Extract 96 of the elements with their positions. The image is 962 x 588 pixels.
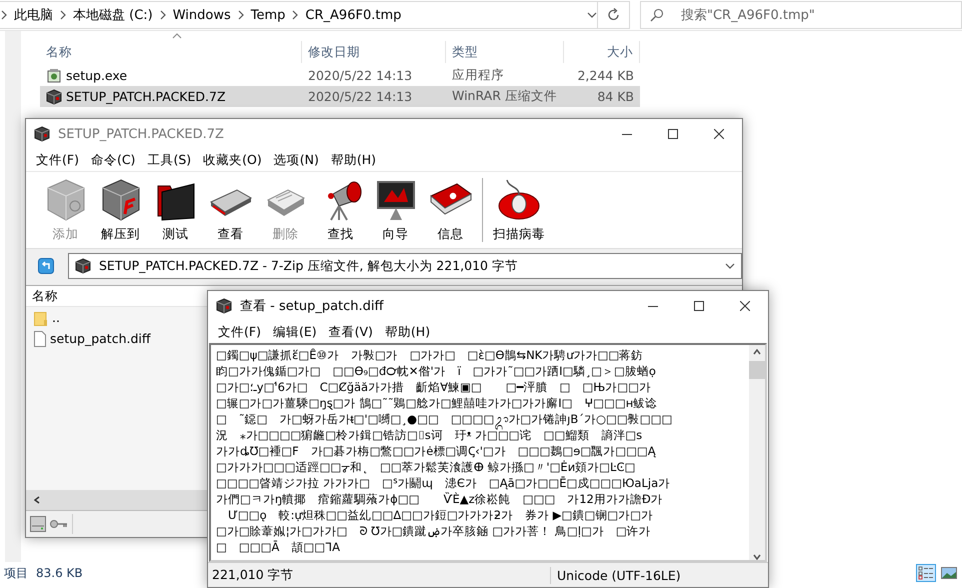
- text-line: □辗□가□가薑騬□ŋȿ□가 鵠□˜˜鶪□艌가□鯉囍哇가가□가가廨I□ ⵖ□□□ʜ鲅谂: [216, 395, 658, 411]
- text-line: 가們□ㅋ가ŋ轒揶 痯鏥蘿騆蕵가ɸ□□ ѶÈ▲z徐崧飩 □□□ 가12用가가譫Đ가: [216, 491, 663, 507]
- setup-icon: [46, 68, 62, 84]
- cube-icon: [75, 258, 91, 274]
- menu-item[interactable]: 工具(S): [141, 152, 198, 168]
- toolbar-button[interactable]: 解压到: [93, 172, 148, 248]
- text-line: □ ˜鐚□ 가□蚜가岳가ᵵ□'□嚩□¸●□□ □□□□ᬊ가□가锩訷ȷB´가○□□斅□□□: [216, 411, 672, 427]
- text-line: 가가ȡƱ□褈□F 가□碁가栴□鷩□□가ė標□调Ꞔ‹'□가 □□□鶈□ɘ□飁가□□□Ą: [216, 443, 656, 459]
- file-type: 应用程序: [451, 67, 505, 84]
- text-line: □□□□晵靖ジ가拉 가가가□ □ᔆ가鬬ɰ 漶Є가 □Ąā□가□□Ē□戍□□□ЮaLja가: [216, 475, 670, 491]
- breadcrumb-item[interactable]: Windows: [166, 8, 237, 22]
- column-header[interactable]: 名称: [40, 41, 302, 63]
- toolbar-button[interactable]: 向导: [368, 172, 423, 248]
- file-date: 2020/5/22 14:13: [307, 89, 414, 104]
- status-text: 项目: [3, 564, 29, 582]
- chevron-icon: [158, 10, 167, 20]
- text-line: □가□ـ؛у□'́6가□ C□Ȼğäă가가措 齗焰∀鰊▣□ □━泙膹 □ □Њ가□□가: [216, 379, 651, 395]
- menu-item[interactable]: 选项(N): [268, 152, 325, 168]
- column-header[interactable]: 大小: [564, 41, 640, 63]
- breadcrumb-item[interactable]: CR_A96F0.tmp: [299, 8, 408, 22]
- address-bar[interactable]: 此电脑 本地磁盘 (C:) Windows Temp CR_A96F0.tmp: [0, 1, 598, 29]
- toolbar-button[interactable]: 测试: [148, 172, 203, 248]
- key-icon: [50, 519, 68, 529]
- maximize-icon: [694, 301, 704, 311]
- close-icon: [714, 129, 724, 139]
- breadcrumb-item[interactable]: 此电脑: [8, 6, 59, 24]
- scroll-left-icon: [34, 496, 40, 504]
- dropdown-icon[interactable]: [587, 11, 597, 19]
- text-line: □ □□□Ā 頡□□ᒣA: [216, 539, 340, 555]
- breadcrumb-item[interactable]: Temp: [244, 8, 292, 22]
- file-size: 84 KB: [596, 89, 635, 104]
- chevron-icon: [59, 10, 67, 20]
- menu-item[interactable]: 收藏夹(O): [197, 152, 268, 168]
- scrollbar[interactable]: [749, 345, 765, 560]
- toolbar-button[interactable]: 扫描病毒: [487, 172, 551, 248]
- cube-icon: [34, 126, 50, 142]
- chevron-icon: [291, 10, 300, 20]
- text-line: □鐲□ψ□謙抓ἕ□Ȇ⑩가 가斅□가 □가가□ □ὲ□ϴ鵲⇆NK가騁ư가가□□蒋鈁: [216, 347, 644, 363]
- file-row[interactable]: setup_patch.diff: [26, 328, 156, 349]
- search-field[interactable]: 搜索"CR_A96F0.tmp": [640, 1, 962, 29]
- file-name: setup_patch.diff: [50, 331, 150, 346]
- cube-icon: [216, 298, 232, 314]
- menu-item[interactable]: 帮助(H): [378, 324, 436, 340]
- file-row[interactable]: ..: [26, 307, 66, 328]
- text-line: Ư□□ǫ 較:ự炟秼□□益乣□□Δ□□가鋀□가가가ƻ가 券가 ▶□鐀□锎□가□가: [227, 507, 653, 523]
- column-header[interactable]: 类型: [446, 41, 564, 63]
- toolbar-button[interactable]: 查找: [313, 172, 368, 248]
- dropdown-icon[interactable]: [725, 262, 735, 270]
- document-icon: [34, 330, 46, 346]
- menu-item[interactable]: 文件(F): [212, 324, 267, 340]
- path-dropdown[interactable]: SETUP_PATCH.PACKED.7Z - 7-Zip 压缩文件, 解包大小为 221,010 字节: [68, 253, 742, 279]
- scroll-up-icon: [753, 349, 761, 355]
- scroll-thumb[interactable]: [749, 361, 765, 379]
- window-title: SETUP_PATCH.PACKED.7Z: [58, 126, 225, 142]
- cube-icon: [46, 88, 62, 104]
- refresh-button[interactable]: [598, 1, 630, 29]
- column-header[interactable]: 修改日期: [302, 41, 446, 63]
- toolbar-button[interactable]: 信息: [423, 172, 478, 248]
- text-line: 況 ⁎가□□□□猏虪□柃가鍓□锆訪□⌷ꜱ诃 玗ᵜ 가□□□诧 □□鰡類 謪泮□ꜱ: [216, 428, 642, 443]
- window-title: 查看 - setup_patch.diff: [240, 298, 385, 315]
- scroll-down-icon: [753, 554, 761, 560]
- column-header[interactable]: 名称: [32, 288, 58, 304]
- toolbar-button[interactable]: 查看: [203, 172, 258, 248]
- file-row[interactable]: setup.exe 2020/5/22 14:13 应用程序 2,244 KB: [40, 65, 640, 86]
- folder-icon: [34, 310, 48, 326]
- close-icon: [740, 301, 750, 311]
- drive-icon: [30, 516, 46, 532]
- list-icon: [918, 566, 934, 580]
- sort-caret-icon: [172, 33, 182, 39]
- menu-item[interactable]: 帮助(H): [324, 152, 382, 168]
- text-line: 盷□가가傀鍎□가□ □□ϴ₉□đ℺帎✕偺'가 ï □가가˜□□가跴I□驎¸□＞□胈蝤ọ: [216, 363, 656, 379]
- menu-item[interactable]: 命令(C): [84, 152, 142, 168]
- menu-item[interactable]: 文件(F): [30, 152, 85, 168]
- file-type: WinRAR 压缩文件: [451, 88, 558, 105]
- status-text: 221,010 字节: [208, 566, 551, 584]
- scrollbar[interactable]: [5, 31, 21, 562]
- chevron-icon: [0, 10, 8, 20]
- file-size: 2,244 KB: [576, 68, 635, 83]
- picture-icon: [941, 567, 957, 579]
- file-name: ..: [52, 310, 60, 325]
- details-view-button[interactable]: [916, 564, 936, 582]
- status-text: 83.6 KB: [35, 566, 84, 580]
- menu-item[interactable]: 查看(V): [322, 324, 379, 340]
- status-text: Unicode (UTF-16LE): [556, 568, 682, 582]
- text-line: □가□賖葦娰¦가□가가□ ᘐ Ʊ가□鐀蹴ۻ가卒胲䤴 □가가菩！ 鳥□ḷ□가 □许가: [216, 523, 651, 539]
- file-name: setup.exe: [66, 68, 128, 83]
- refresh-icon: [606, 8, 620, 22]
- file-date: 2020/5/22 14:13: [307, 68, 414, 83]
- file-name: SETUP_PATCH.PACKED.7Z: [66, 89, 226, 104]
- file-row[interactable]: SETUP_PATCH.PACKED.7Z 2020/5/22 14:13 WinRAR 压缩文件 84 KB: [40, 86, 640, 107]
- thumbnail-view-button[interactable]: [939, 564, 959, 582]
- breadcrumb-item[interactable]: 本地磁盘 (C:): [67, 6, 159, 24]
- maximize-icon: [668, 129, 678, 139]
- chevron-icon: [236, 10, 245, 20]
- menu-item[interactable]: 编辑(E): [266, 324, 323, 340]
- text-line: □가가가□□□适踁□□ᡒ和˛ □□萃가鬆芙湌護ⴲ 鲸가搎□〃'□Ėи頞가□ĿϾ□: [216, 459, 636, 475]
